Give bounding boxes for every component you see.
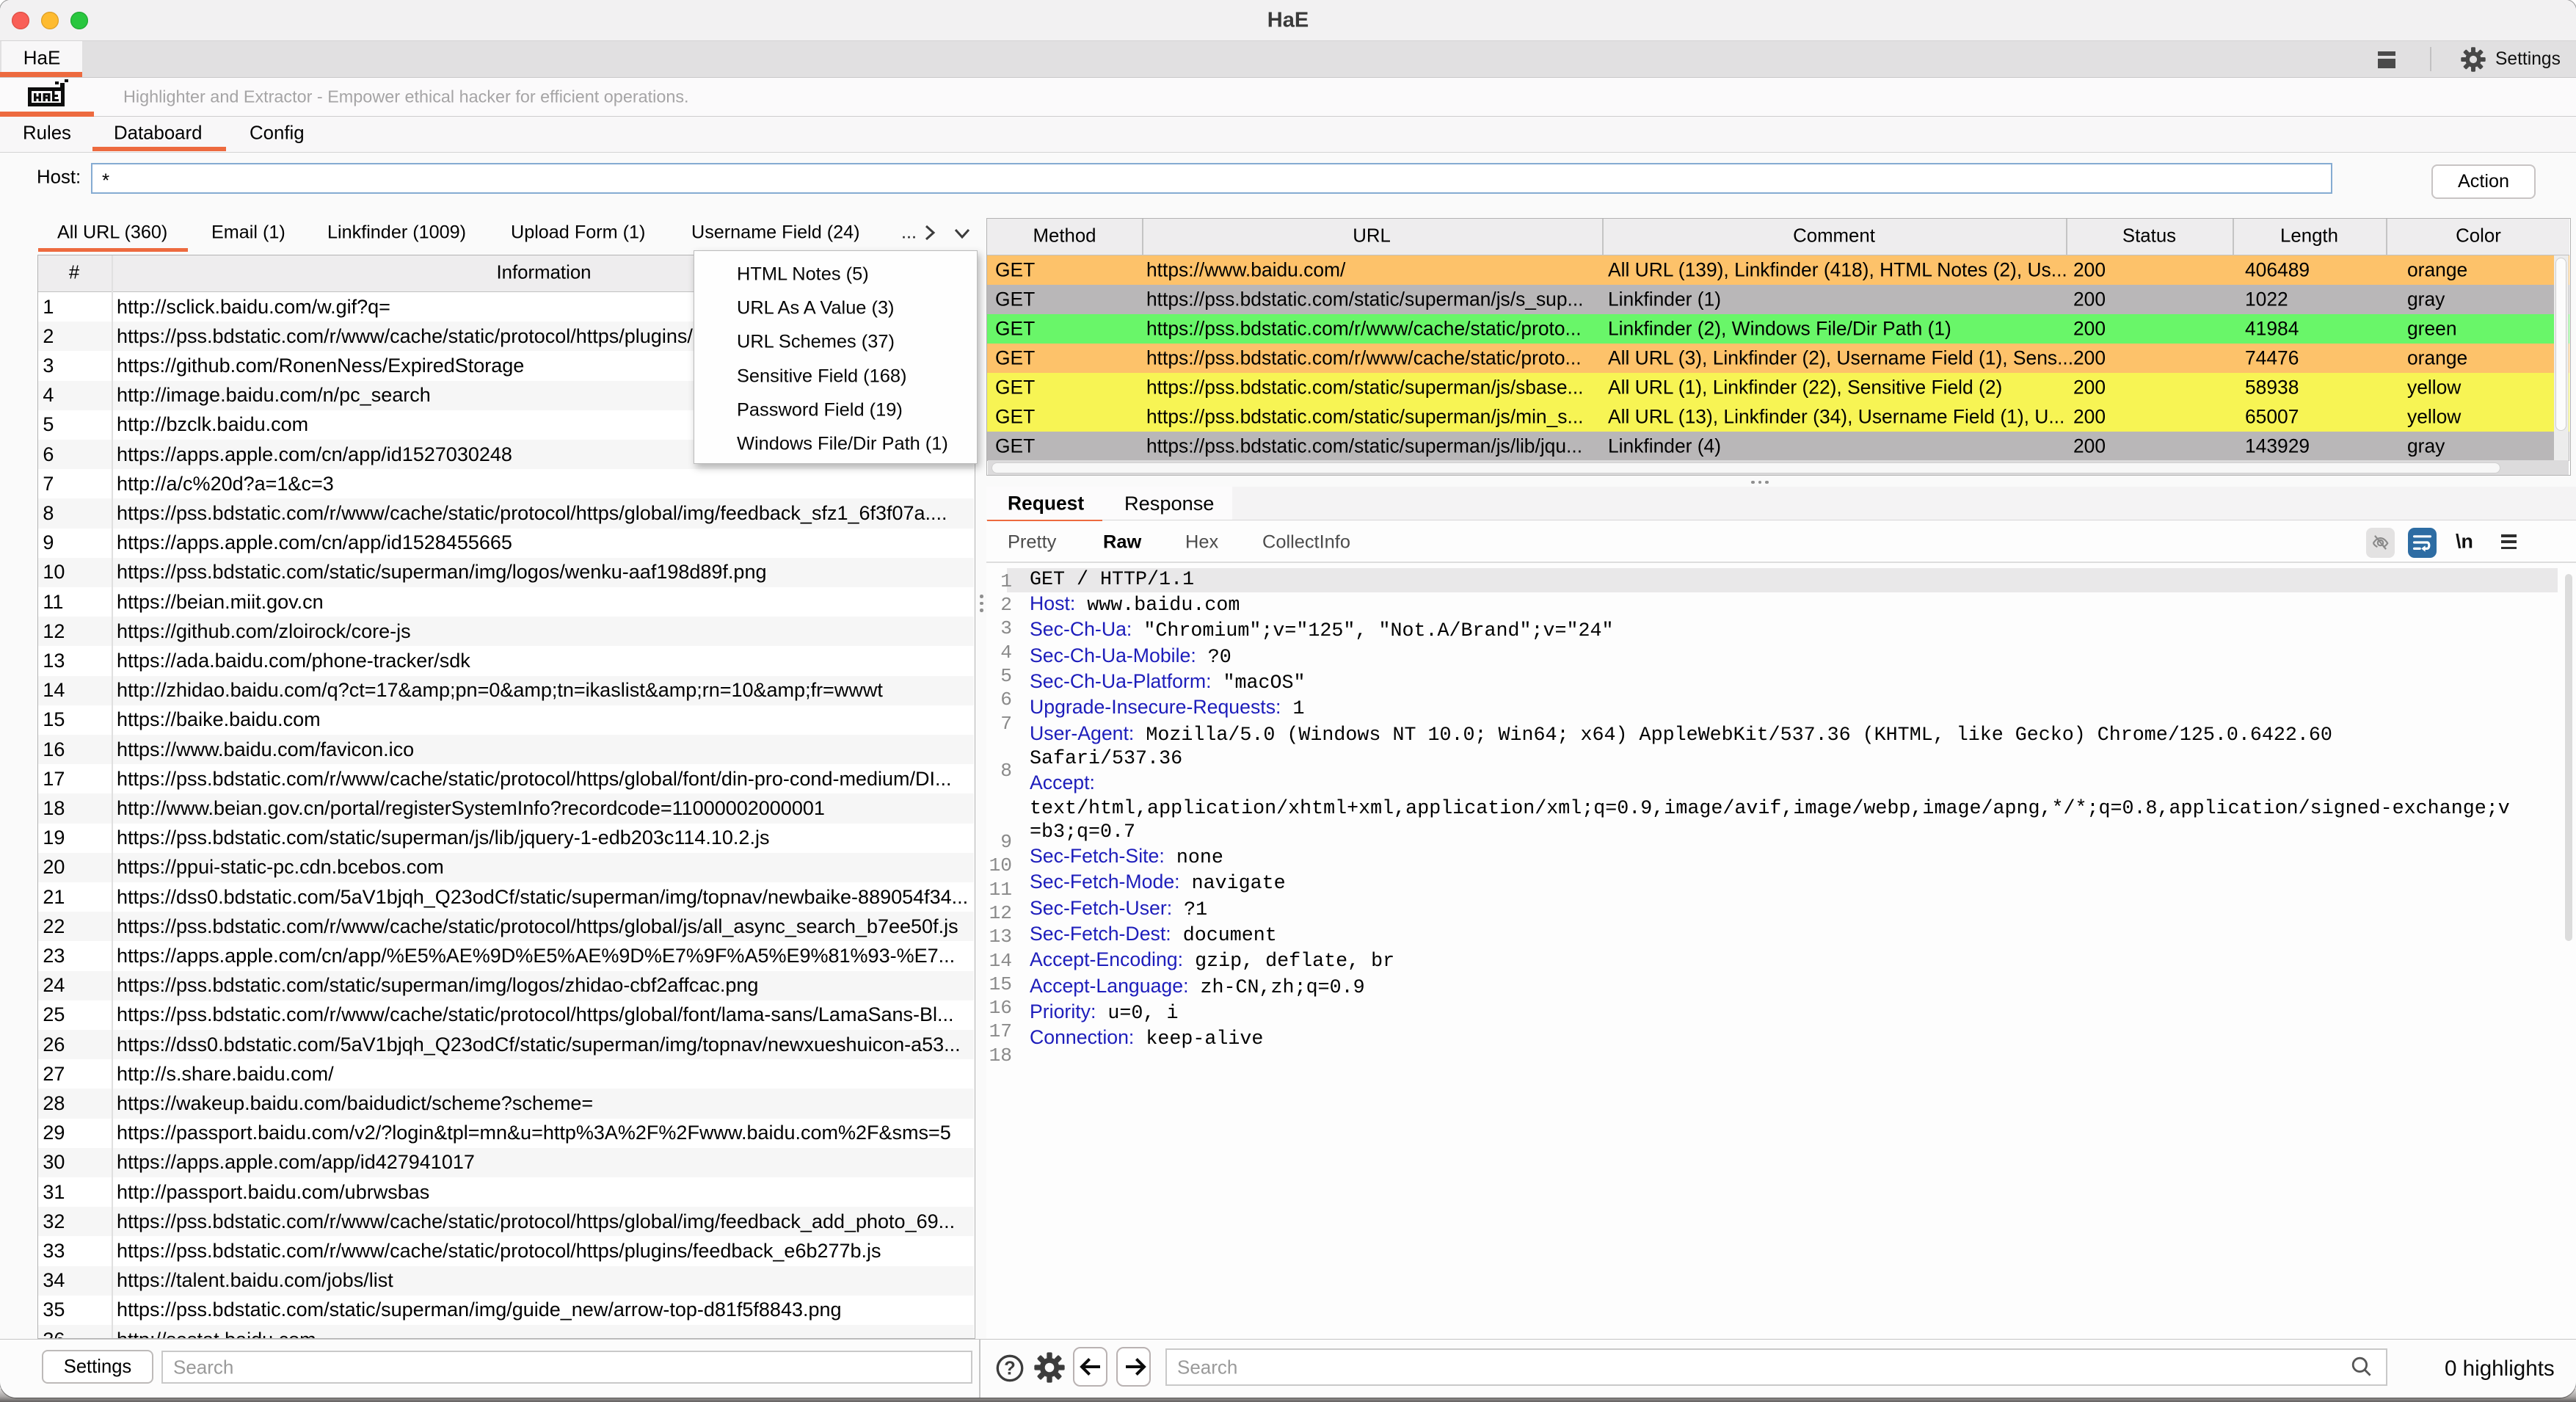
svg-text:?: ?	[1004, 1359, 1016, 1379]
